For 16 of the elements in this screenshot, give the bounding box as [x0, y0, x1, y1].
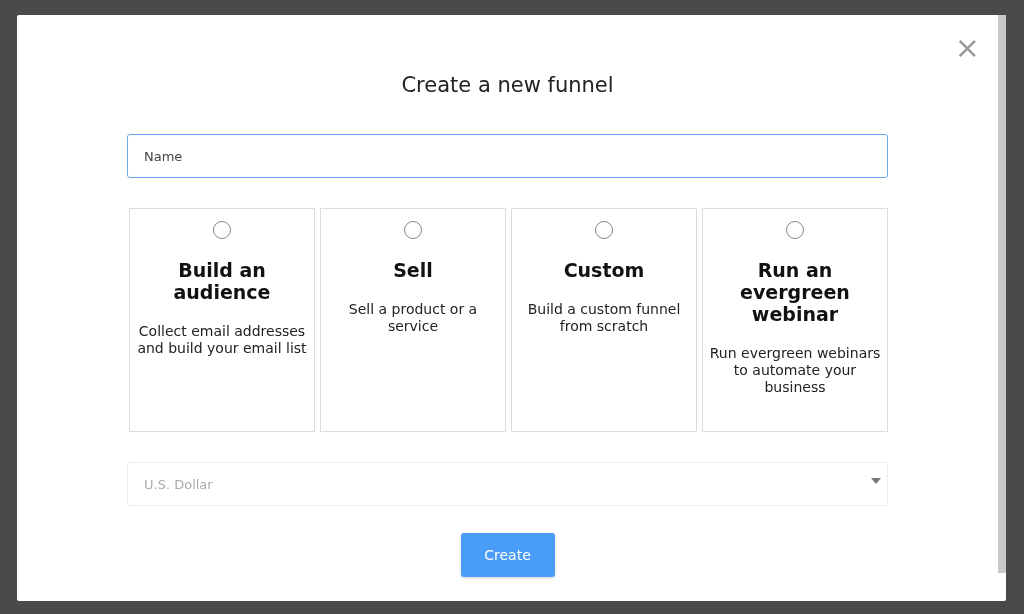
option-title: Run an evergreen webinar [739, 259, 851, 325]
funnel-option-card[interactable]: Sell Sell a product or a service [320, 208, 506, 432]
caret-icon [871, 478, 881, 484]
option-title: Custom [562, 259, 646, 281]
option-description: Sell a product or a service [347, 301, 479, 335]
option-description: Collect email addresses and build your email list [136, 323, 308, 357]
funnel-option-card[interactable]: Run an evergreen webinar Run evergreen webinars to automate your business [702, 208, 888, 432]
option-description: Run evergreen webinars to automate your business [709, 345, 881, 396]
name-field[interactable]: Name [127, 134, 888, 178]
scrollbar[interactable] [998, 15, 1006, 573]
funnel-option-card[interactable]: Build an audience Collect email addresses and build your email list [129, 208, 315, 432]
funnel-option-card[interactable]: Custom Build a custom funnel from scratch [511, 208, 697, 432]
option-description: Build a custom funnel from scratch [526, 301, 682, 335]
option-title: Build an audience [172, 259, 272, 303]
option-title: Sell [392, 259, 434, 281]
dialog-title: Create a new funnel [400, 72, 615, 99]
